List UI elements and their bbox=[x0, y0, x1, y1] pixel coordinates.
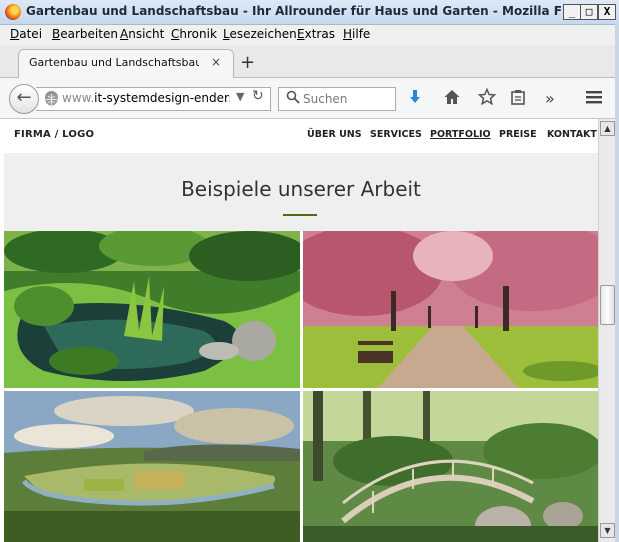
back-arrow-icon[interactable]: ← bbox=[9, 84, 39, 114]
search-placeholder: Suchen bbox=[303, 92, 348, 106]
portfolio-image-blossom-alley[interactable] bbox=[303, 231, 598, 388]
chevron-down-icon[interactable]: ▼ bbox=[236, 90, 244, 103]
menu-datei[interactable]: Datei bbox=[10, 27, 42, 41]
close-window-button[interactable]: X bbox=[598, 4, 616, 20]
tab-close-icon[interactable]: × bbox=[211, 55, 221, 69]
menu-hilfe[interactable]: Hilfe bbox=[343, 27, 370, 41]
menu-extras[interactable]: Extras bbox=[297, 27, 335, 41]
menu-bar: Datei Bearbeiten Ansicht Chronik Lesezei… bbox=[0, 25, 619, 45]
menu-ansicht[interactable]: Ansicht bbox=[120, 27, 164, 41]
globe-icon bbox=[45, 91, 58, 106]
menu-bearbeiten[interactable]: Bearbeiten bbox=[52, 27, 118, 41]
window-border bbox=[615, 24, 619, 542]
page-scrollbar[interactable] bbox=[598, 119, 616, 542]
site-header: FIRMA / LOGO ÜBER UNS SERVICES PORTFOLIO… bbox=[4, 119, 598, 153]
nav-kontakt[interactable]: KONTAKT bbox=[547, 129, 597, 140]
overflow-icon[interactable]: » bbox=[545, 89, 555, 108]
scroll-thumb[interactable] bbox=[600, 285, 615, 325]
web-page: FIRMA / LOGO ÜBER UNS SERVICES PORTFOLIO… bbox=[4, 119, 598, 542]
window-titlebar[interactable]: Gartenbau und Landschaftsbau - Ihr Allro… bbox=[0, 0, 619, 25]
hamburger-icon[interactable] bbox=[585, 88, 603, 111]
firefox-logo-icon bbox=[5, 4, 21, 20]
scroll-up-icon[interactable]: ▲ bbox=[600, 121, 615, 136]
heading-divider bbox=[283, 214, 317, 216]
url-text[interactable]: www.it-systemdesign-enders.de/m bbox=[62, 91, 230, 105]
menu-chronik[interactable]: Chronik bbox=[171, 27, 217, 41]
download-icon[interactable] bbox=[406, 88, 424, 111]
star-icon[interactable] bbox=[477, 87, 497, 111]
maximize-button[interactable]: □ bbox=[580, 4, 598, 20]
portfolio-image-garden-bridge[interactable] bbox=[303, 391, 598, 542]
nav-portfolio[interactable]: PORTFOLIO bbox=[430, 129, 491, 140]
portfolio-image-pond-garden[interactable] bbox=[4, 231, 300, 388]
home-icon[interactable] bbox=[443, 88, 461, 111]
search-icon bbox=[286, 90, 300, 108]
nav-services[interactable]: SERVICES bbox=[370, 129, 422, 140]
tab-active[interactable]: Gartenbau und Landschaftsbau - I... × bbox=[18, 49, 234, 78]
scroll-down-icon[interactable]: ▼ bbox=[600, 523, 615, 538]
nav-ueber-uns[interactable]: ÜBER UNS bbox=[307, 129, 362, 140]
minimize-button[interactable]: _ bbox=[563, 4, 581, 20]
menu-lesezeichen[interactable]: Lesezeichen bbox=[223, 27, 297, 41]
nav-preise[interactable]: PREISE bbox=[499, 129, 537, 140]
tab-label: Gartenbau und Landschaftsbau - I... bbox=[29, 56, 199, 69]
site-brand[interactable]: FIRMA / LOGO bbox=[14, 129, 94, 140]
new-tab-button[interactable]: + bbox=[240, 52, 255, 73]
reload-icon[interactable]: ↻ bbox=[252, 88, 264, 104]
window-title: Gartenbau und Landschaftsbau - Ihr Allro… bbox=[26, 4, 602, 18]
clipboard-icon[interactable] bbox=[509, 88, 527, 111]
page-heading: Beispiele unserer Arbeit bbox=[181, 177, 421, 201]
portfolio-image-river-valley[interactable] bbox=[4, 391, 300, 542]
